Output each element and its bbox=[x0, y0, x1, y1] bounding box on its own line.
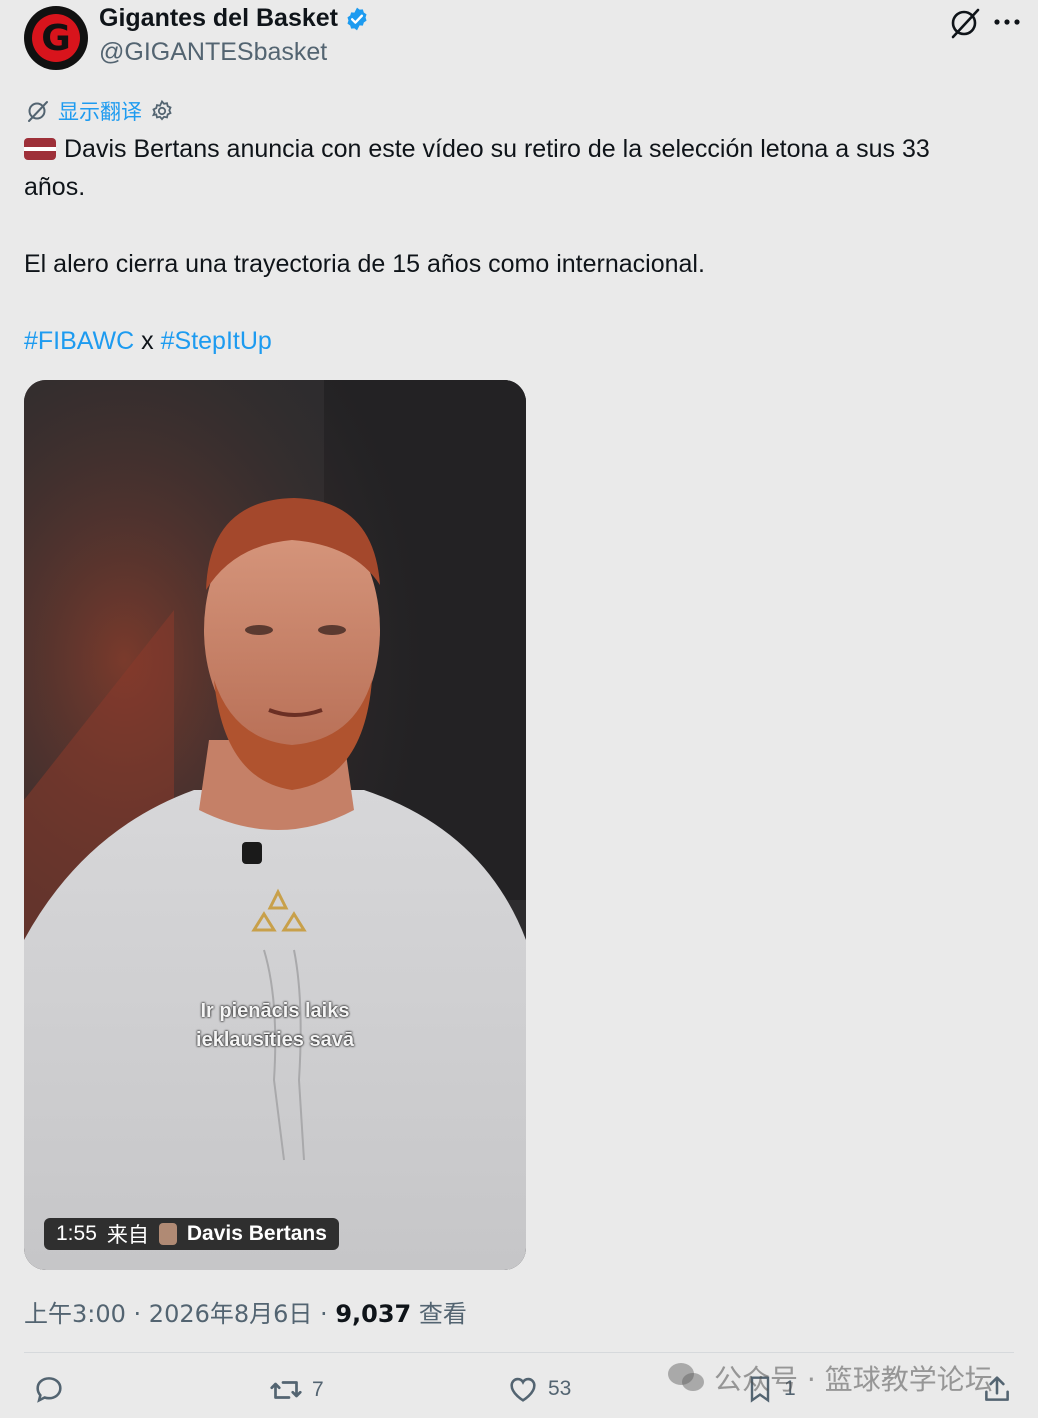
hashtag-separator: x bbox=[141, 327, 154, 355]
post-date[interactable]: 2026年8月6日 bbox=[149, 1300, 313, 1328]
heart-icon bbox=[510, 1377, 536, 1402]
view-count: 9,037 bbox=[335, 1300, 412, 1328]
divider bbox=[24, 1352, 1014, 1353]
views-label: 查看 bbox=[418, 1300, 467, 1328]
hashtag-stepitup[interactable]: #StepItUp bbox=[161, 327, 272, 355]
retweet-icon bbox=[270, 1381, 302, 1399]
subtitle-line-2: ieklausīties savā bbox=[196, 1029, 354, 1051]
author-name[interactable]: Gigantes del Basket bbox=[99, 4, 370, 33]
reply-button[interactable] bbox=[32, 1372, 66, 1406]
author-name-text: Gigantes del Basket bbox=[99, 4, 338, 32]
source-avatar-icon bbox=[158, 1223, 177, 1245]
hashtag-row: #FIBAWC x #StepItUp bbox=[24, 322, 272, 360]
post-line-1: Davis Bertans anuncia con este vídeo su … bbox=[64, 135, 930, 163]
grok-translate-icon bbox=[28, 101, 48, 122]
author-handle[interactable]: @GIGANTESbasket bbox=[99, 38, 327, 67]
retweet-button[interactable]: 7 bbox=[268, 1372, 324, 1408]
post-line-3: El alero cierra una trayectoria de 15 añ… bbox=[24, 250, 705, 278]
hashtag-fibawc[interactable]: #FIBAWC bbox=[24, 327, 134, 355]
translate-label: 显示翻译 bbox=[58, 100, 142, 124]
watermark-text: 公众号 · 篮球教学论坛 bbox=[714, 1363, 993, 1396]
from-label: 来自 bbox=[106, 1223, 149, 1247]
wechat-watermark: 公众号 · 篮球教学论坛 bbox=[666, 1358, 993, 1398]
grok-icon[interactable] bbox=[948, 6, 982, 40]
post-meta: 上午3:00 · 2026年8月6日 · 9,037 查看 bbox=[24, 1300, 467, 1328]
like-button[interactable]: 53 bbox=[506, 1372, 571, 1406]
post-time[interactable]: 上午3:00 bbox=[24, 1300, 126, 1328]
latvia-flag-icon bbox=[24, 138, 56, 160]
wechat-icon bbox=[668, 1363, 704, 1391]
verified-badge-icon bbox=[347, 7, 367, 30]
like-count: 53 bbox=[548, 1377, 572, 1400]
settings-gear-icon[interactable] bbox=[150, 99, 174, 123]
avatar-letter: G bbox=[32, 14, 80, 62]
retweet-count: 7 bbox=[312, 1378, 324, 1401]
avatar[interactable]: G bbox=[24, 6, 88, 70]
post-line-2: años. bbox=[24, 173, 86, 201]
video-duration: 1:55 bbox=[56, 1222, 97, 1245]
more-icon[interactable] bbox=[993, 12, 1021, 32]
source-name: Davis Bertans bbox=[186, 1222, 327, 1245]
post-text-line-1: Davis Bertans anuncia con este vídeo su … bbox=[24, 130, 1014, 168]
show-translation[interactable]: 显示翻译 bbox=[26, 96, 174, 126]
reply-icon bbox=[36, 1377, 62, 1403]
video-subtitle: Ir pienācis laiks ieklausīties savā bbox=[150, 997, 400, 1055]
video-player[interactable] bbox=[24, 380, 526, 1270]
video-source-badge[interactable]: 1:55 来自 Davis Bertans bbox=[44, 1218, 339, 1250]
subtitle-line-1: Ir pienācis laiks bbox=[200, 1000, 350, 1022]
video-frame-image bbox=[24, 380, 526, 1270]
